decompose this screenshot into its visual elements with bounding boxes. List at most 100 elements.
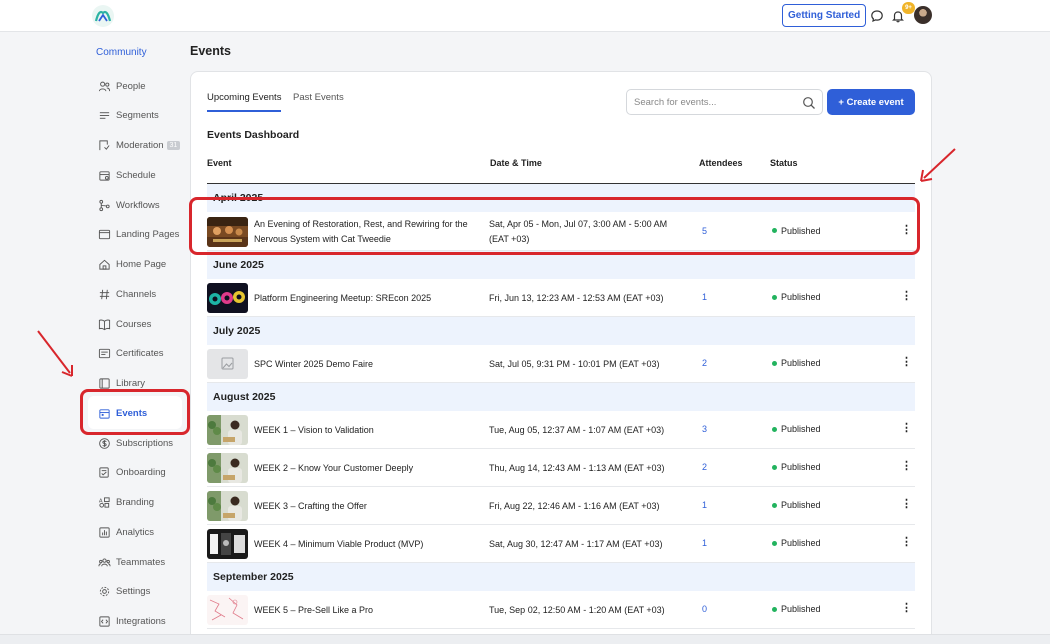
search-icon[interactable] [802, 96, 816, 110]
sidebar-item-workflows[interactable]: Workflows [98, 194, 160, 216]
moderation-icon [99, 140, 110, 151]
sidebar-item-integrations[interactable]: Integrations [98, 611, 166, 633]
attendee-count-link[interactable]: 2 [702, 462, 707, 472]
teammates-icon [98, 558, 111, 566]
published-dot-icon [772, 294, 777, 300]
status-label: Published [781, 292, 821, 302]
attendee-count-link[interactable]: 1 [702, 500, 707, 510]
attendee-count-link[interactable]: 5 [702, 226, 707, 236]
status-label: Published [781, 462, 821, 472]
month-group-header: June 2025 [207, 251, 915, 279]
event-date: Tue, Aug 05, 12:37 AM - 1:07 AM (EAT +03… [489, 425, 665, 435]
certificate-icon [98, 349, 111, 359]
sidebar-item-people[interactable]: People [98, 75, 146, 97]
event-name[interactable]: SPC Winter 2025 Demo Faire [254, 357, 479, 372]
event-date: Fri, Jun 13, 12:23 AM - 12:53 AM (EAT +0… [489, 293, 664, 303]
more-options-icon[interactable]: ⋮ [901, 499, 912, 510]
table-row[interactable]: SPC Winter 2025 Demo Faire Sat, Jul 05, 9… [207, 345, 915, 383]
sidebar-item-label: Onboarding [116, 467, 166, 479]
table-row[interactable]: An Evening of Restoration, Rest, and Rew… [207, 212, 915, 251]
event-thumbnail[interactable] [207, 283, 248, 313]
sidebar-item-events[interactable]: Events [98, 402, 147, 424]
table-row[interactable]: WEEK 5 – Pre-Sell Like a Pro Tue, Sep 02,… [207, 591, 915, 629]
search-input[interactable] [634, 95, 794, 110]
table-row[interactable]: WEEK 4 – Minimum Viable Product (MVP) Sat… [207, 525, 915, 563]
table-row[interactable]: Platform Engineering Meetup: SREcon 2025… [207, 279, 915, 317]
sidebar-item-teammates[interactable]: Teammates [98, 551, 165, 573]
published-dot-icon [772, 228, 777, 233]
sidebar-item-home-page[interactable]: Home Page [98, 254, 166, 276]
attendee-count-link[interactable]: 0 [702, 604, 707, 614]
getting-started-button[interactable]: Getting Started [782, 4, 867, 27]
sidebar-item-channels[interactable]: Channels [98, 283, 156, 305]
sidebar-section-community[interactable]: Community [96, 47, 147, 58]
analytics-icon [99, 527, 110, 538]
column-header-date: Date & Time [490, 158, 542, 168]
published-dot-icon [772, 426, 777, 432]
avatar[interactable] [914, 6, 932, 24]
sidebar-item-label: Workflows [116, 199, 160, 211]
event-thumbnail[interactable] [207, 216, 248, 247]
more-options-icon[interactable]: ⋮ [901, 224, 912, 235]
top-bar: Getting Started 9+ [0, 0, 1050, 32]
sidebar-item-schedule[interactable]: Schedule [98, 164, 156, 186]
status-label: Published [781, 538, 821, 548]
sidebar-item-moderation[interactable]: Moderation 31 [98, 135, 181, 157]
event-thumbnail[interactable] [207, 529, 248, 559]
sidebar-item-onboarding[interactable]: Onboarding [98, 462, 166, 484]
status-label: Published [781, 604, 821, 614]
sidebar-item-label: Moderation [116, 140, 164, 151]
event-thumbnail[interactable] [207, 349, 248, 379]
attendee-count-link[interactable]: 2 [702, 358, 707, 368]
event-thumbnail[interactable] [207, 595, 248, 625]
create-event-button[interactable]: + Create event [827, 89, 915, 115]
sidebar-item-branding[interactable]: A Branding [98, 492, 154, 514]
event-name[interactable]: WEEK 3 – Crafting the Offer [254, 499, 479, 514]
event-thumbnail[interactable] [207, 453, 248, 483]
gear-icon [99, 587, 110, 597]
event-name[interactable]: Platform Engineering Meetup: SREcon 2025 [254, 291, 479, 306]
published-dot-icon [772, 502, 777, 508]
status-label: Published [781, 225, 821, 236]
tab-upcoming-events[interactable]: Upcoming Events [207, 92, 282, 112]
more-options-icon[interactable]: ⋮ [901, 423, 912, 434]
table-row[interactable]: WEEK 1 – Vision to Validation Tue, Aug 05… [207, 411, 915, 449]
more-options-icon[interactable]: ⋮ [901, 461, 912, 472]
sidebar-item-segments[interactable]: Segments [98, 105, 159, 127]
notification-badge: 9+ [902, 2, 915, 14]
column-header-event: Event [207, 158, 232, 168]
attendee-count-link[interactable]: 3 [702, 424, 707, 434]
branding-icon: A [99, 497, 110, 508]
event-name[interactable]: WEEK 2 – Know Your Customer Deeply [254, 461, 479, 476]
chat-icon[interactable] [870, 9, 884, 23]
attendee-count-link[interactable]: 1 [702, 292, 707, 302]
event-name[interactable]: WEEK 1 – Vision to Validation [254, 423, 479, 438]
event-name[interactable]: An Evening of Restoration, Rest, and Rew… [254, 217, 479, 247]
sidebar-item-courses[interactable]: Courses [98, 313, 151, 335]
more-options-icon[interactable]: ⋮ [901, 537, 912, 548]
published-dot-icon [772, 464, 777, 470]
event-name[interactable]: WEEK 5 – Pre-Sell Like a Pro [254, 603, 479, 618]
sidebar-item-label: Branding [116, 497, 155, 508]
sidebar-item-label: Events [116, 407, 148, 419]
event-thumbnail[interactable] [207, 491, 248, 521]
attendee-count-link[interactable]: 1 [702, 538, 707, 548]
sidebar-item-landing-pages[interactable]: Landing Pages [98, 224, 179, 246]
logo-icon[interactable] [91, 4, 115, 28]
event-thumbnail[interactable] [207, 415, 248, 445]
sidebar-item-analytics[interactable]: Analytics [98, 521, 154, 543]
published-dot-icon [772, 606, 777, 612]
event-name[interactable]: WEEK 4 – Minimum Viable Product (MVP) [254, 537, 479, 552]
sidebar-item-settings[interactable]: Settings [98, 581, 150, 603]
table-row[interactable]: WEEK 2 – Know Your Customer Deeply Thu, A… [207, 449, 915, 487]
sidebar-item-library[interactable]: Library [98, 373, 145, 395]
tab-past-events[interactable]: Past Events [293, 92, 344, 110]
sidebar-item-certificates[interactable]: Certificates [98, 343, 164, 365]
more-options-icon[interactable]: ⋮ [901, 603, 912, 614]
sidebar-item-label: Courses [116, 318, 152, 330]
table-row[interactable]: WEEK 3 – Crafting the Offer Fri, Aug 22, … [207, 487, 915, 525]
sidebar-item-subscriptions[interactable]: Subscriptions [98, 432, 173, 454]
more-options-icon[interactable]: ⋮ [901, 291, 912, 302]
book-icon [98, 319, 111, 330]
more-options-icon[interactable]: ⋮ [901, 357, 912, 368]
